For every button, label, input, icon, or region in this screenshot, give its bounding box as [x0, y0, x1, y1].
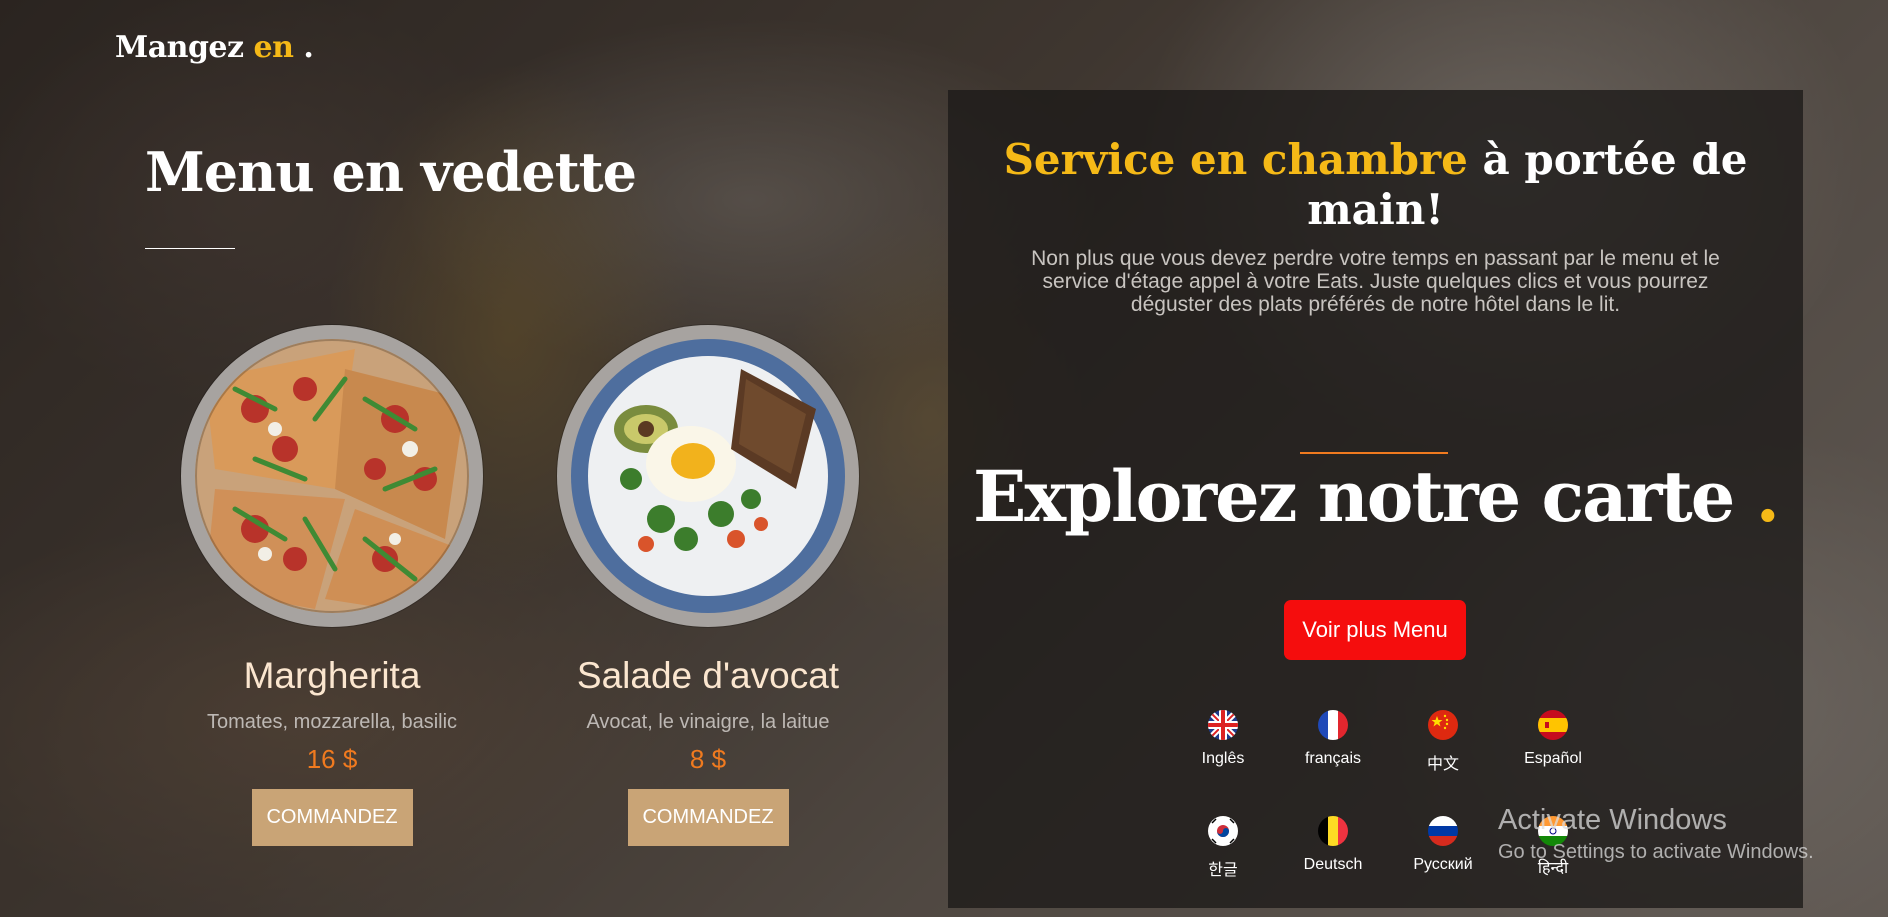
order-button-margherita[interactable]: COMMANDEZ: [251, 789, 413, 846]
language-option-english[interactable]: Inglês: [1168, 710, 1278, 768]
language-label: 한글: [1208, 862, 1238, 879]
explore-divider: [1300, 452, 1448, 454]
logo-accent: en: [253, 30, 294, 65]
logo-dot: .: [293, 30, 314, 65]
belgium-flag-icon: [1318, 816, 1348, 846]
dish-name: Margherita: [243, 655, 421, 696]
uk-flag-icon: [1208, 710, 1238, 740]
explore-heading: Explorez notre carte .: [948, 455, 1803, 538]
explore-dot: .: [1755, 455, 1780, 538]
dish-price: 16 $: [306, 744, 358, 774]
pizza-image: [195, 339, 469, 613]
windows-activation-watermark: Activate Windows Go to Settings to activ…: [1498, 804, 1814, 864]
dish-description: Tomates, mozzarella, basilic: [206, 711, 458, 733]
dish-description: Avocat, le vinaigre, la laitue: [586, 711, 830, 733]
watermark-subtitle: Go to Settings to activate Windows.: [1498, 841, 1814, 863]
watermark-title: Activate Windows: [1498, 804, 1727, 836]
title-divider: [145, 248, 235, 249]
panel-title-accent: Service en chambre: [1003, 135, 1468, 184]
language-option-chinese[interactable]: 中文: [1388, 710, 1498, 774]
language-option-russian[interactable]: Русский: [1388, 816, 1498, 874]
language-label: Inglês: [1201, 750, 1245, 767]
language-label: Deutsch: [1303, 856, 1363, 873]
site-logo[interactable]: Mangez en .: [115, 30, 314, 65]
language-option-korean[interactable]: 한글: [1168, 816, 1278, 880]
russia-flag-icon: [1428, 816, 1458, 846]
china-flag-icon: [1428, 710, 1458, 740]
dish-name: Salade d'avocat: [576, 655, 840, 696]
language-label: 中文: [1426, 756, 1459, 773]
spain-flag-icon: [1538, 710, 1568, 740]
korea-flag-icon: [1208, 816, 1238, 846]
language-label: français: [1304, 750, 1362, 767]
room-service-panel: Service en chambre à portée de main! Non…: [948, 90, 1803, 908]
menu-card-salade-avocat: Salade d'avocat Avocat, le vinaigre, la …: [538, 325, 878, 846]
explore-text: Explorez notre carte: [972, 455, 1756, 538]
dish-image-frame: [181, 325, 483, 627]
language-option-espanol[interactable]: Español: [1498, 710, 1608, 768]
france-flag-icon: [1318, 710, 1348, 740]
salad-image: [571, 339, 845, 613]
dish-image-frame: [557, 325, 859, 627]
featured-menu-title: Menu en vedette: [145, 140, 637, 204]
menu-card-margherita: Margherita Tomates, mozzarella, basilic …: [162, 325, 502, 846]
dish-price: 8 $: [689, 744, 727, 774]
language-label: Русский: [1413, 856, 1473, 873]
panel-description: Non plus que vous devez perdre votre tem…: [1031, 247, 1720, 316]
language-option-francais[interactable]: français: [1278, 710, 1388, 768]
view-more-menu-button[interactable]: Voir plus Menu: [1284, 600, 1466, 660]
logo-text: Mangez: [115, 30, 254, 65]
panel-title: Service en chambre à portée de main!: [948, 135, 1803, 235]
language-option-deutsch[interactable]: Deutsch: [1278, 816, 1388, 874]
order-button-salade-avocat[interactable]: COMMANDEZ: [627, 789, 789, 846]
language-label: Español: [1524, 750, 1582, 767]
